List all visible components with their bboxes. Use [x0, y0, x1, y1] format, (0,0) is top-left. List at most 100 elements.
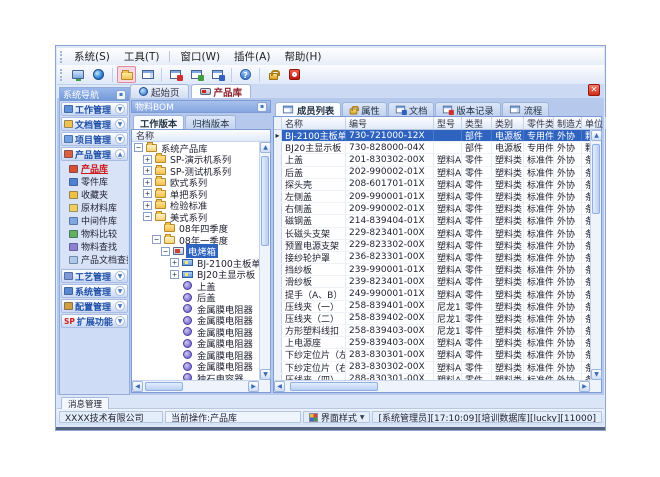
table-row[interactable]: ▸BJ-2100主板单点730-721000-12X部件电源板专用件外协颗	[274, 130, 590, 142]
chevron-down-icon[interactable]: ▼	[115, 104, 125, 114]
globe-button[interactable]	[89, 66, 108, 83]
chevron-up-icon[interactable]: ▲	[115, 149, 125, 159]
table-row[interactable]: 挡纱板239-990001-01X塑料ABS零件塑料类标准件外协条	[274, 264, 590, 276]
sidebar-section-product[interactable]: 产品管理▲	[61, 147, 128, 161]
monitor-button[interactable]	[68, 66, 87, 83]
window-next-button[interactable]	[208, 66, 227, 83]
sidebar-item-intermediate-library[interactable]: 中间件库	[61, 214, 128, 227]
sidebar-item-product-doc-search[interactable]: 产品文档查找	[61, 253, 128, 266]
chevron-down-icon[interactable]: ▼	[115, 316, 125, 326]
lock-button[interactable]	[264, 66, 283, 83]
column-header-4[interactable]: 类别	[492, 117, 524, 129]
column-header-7[interactable]: 单位	[582, 117, 606, 129]
column-header-0[interactable]: 名称	[282, 117, 346, 129]
sidebar-section-process[interactable]: 工艺管理▼	[61, 269, 128, 283]
column-header-6[interactable]: 制造方式	[554, 117, 582, 129]
power-button[interactable]	[285, 66, 304, 83]
sidebar-item-material-search[interactable]: 物料查找	[61, 240, 128, 253]
table-horizontal-scrollbar[interactable]: ◀ ▶	[274, 380, 590, 392]
column-header-3[interactable]: 类型	[462, 117, 492, 129]
menu-item-2[interactable]: 窗口(W)	[173, 48, 227, 65]
expand-icon[interactable]: +	[170, 258, 179, 267]
column-header-2[interactable]: 型号	[434, 117, 462, 129]
sidebar-item-raw-material-library[interactable]: 原材料库	[61, 201, 128, 214]
tree-vscroll-thumb[interactable]	[261, 156, 269, 246]
menu-item-0[interactable]: 系统(S)	[67, 48, 117, 65]
tab-documents[interactable]: 文档	[388, 102, 435, 116]
collapse-icon[interactable]: −	[152, 235, 161, 244]
panels-button[interactable]	[138, 66, 157, 83]
column-header-5[interactable]: 零件类型	[524, 117, 554, 129]
column-header-1[interactable]: 编号	[346, 117, 434, 129]
tab-member-list[interactable]: 成员列表	[275, 102, 341, 116]
sidebar-section-project[interactable]: 项目管理▼	[61, 132, 128, 146]
tab-bom-version-1[interactable]: 归档版本	[185, 115, 236, 129]
table-row[interactable]: 方形塑料线扣258-839403-00X尼龙1010零件塑料类标准件外协条	[274, 325, 590, 337]
table-row[interactable]: 长磁头支架229-823401-00X塑料ABS零件塑料类标准件外协条	[274, 228, 590, 240]
tree-horizontal-scrollbar[interactable]: ◀ ▶	[132, 380, 259, 392]
tab-bom-version-0[interactable]: 工作版本	[133, 115, 184, 129]
table-row[interactable]: 磁钢盖214-839404-01X塑料ABS零件塑料类标准件外协条	[274, 215, 590, 227]
expand-icon[interactable]: +	[170, 270, 179, 279]
chevron-down-icon[interactable]: ▼	[115, 271, 125, 281]
sidebar-item-part-library[interactable]: 零件库	[61, 175, 128, 188]
toolbar-grip-handle[interactable]	[60, 69, 63, 81]
sidebar-item-product-library[interactable]: 产品库	[61, 162, 128, 175]
scroll-left-icon[interactable]: ◀	[274, 381, 285, 392]
table-row[interactable]: 下纱定位片（右）283-830302-00X塑料ABS零件塑料类标准件外协条	[274, 362, 590, 374]
sidebar-section-config[interactable]: 配置管理▼	[61, 299, 128, 313]
close-tab-button[interactable]: ✕	[588, 84, 600, 96]
chevron-down-icon[interactable]: ▼	[115, 119, 125, 129]
sidebar-section-document[interactable]: 文档管理▼	[61, 117, 128, 131]
pin-icon[interactable]: ▪	[116, 90, 126, 100]
menu-item-1[interactable]: 工具(T)	[117, 48, 167, 65]
table-row[interactable]: 提手（A、B）249-990001-01X塑料ABS零件塑料类标准件外协条	[274, 288, 590, 300]
chevron-down-icon[interactable]: ▼	[115, 134, 125, 144]
table-row[interactable]: 接纱轮护罩236-823301-00X塑料ABS零件塑料类标准件外协条	[274, 252, 590, 264]
expand-icon[interactable]: +	[143, 166, 152, 175]
folder-button[interactable]	[117, 66, 136, 83]
collapse-icon[interactable]: −	[161, 247, 170, 256]
collapse-icon[interactable]: −	[134, 143, 143, 152]
scroll-up-icon[interactable]: ▲	[260, 142, 271, 153]
scroll-right-icon[interactable]: ▶	[248, 381, 259, 392]
menubar-grip-handle[interactable]	[60, 51, 63, 63]
table-row[interactable]: 后盖202-990002-01X塑料ABS零件塑料类标准件外协条	[274, 167, 590, 179]
table-row[interactable]: 探头壳208-601701-01X塑料ABS零件塑料类标准件外协条	[274, 179, 590, 191]
table-row[interactable]: 预置电源支架229-823302-00X塑料ABS零件塑料类标准件外协条	[274, 240, 590, 252]
expand-icon[interactable]: +	[143, 189, 152, 198]
scroll-left-icon[interactable]: ◀	[132, 381, 143, 392]
expand-icon[interactable]: +	[143, 155, 152, 164]
table-row[interactable]: 压线夹（一）258-839401-00X尼龙1010零件塑料类标准件外协条	[274, 301, 590, 313]
collapse-icon[interactable]: −	[143, 212, 152, 221]
tree-column-header[interactable]: 名称	[132, 130, 270, 142]
table-row[interactable]: 右侧盖209-990002-01X塑料ABS零件塑料类标准件外协条	[274, 203, 590, 215]
scroll-down-icon[interactable]: ▼	[591, 369, 602, 380]
sidebar-item-material-compare[interactable]: 物料比较	[61, 227, 128, 240]
tab-properties[interactable]: 属性	[342, 102, 387, 116]
sidebar-item-favorites[interactable]: 收藏夹	[61, 188, 128, 201]
table-vscroll-thumb[interactable]	[592, 144, 600, 214]
scroll-right-icon[interactable]: ▶	[579, 381, 590, 392]
help-button[interactable]: ?	[236, 66, 255, 83]
tab-message-management[interactable]: 消息管理	[61, 397, 109, 409]
table-row[interactable]: 下纱定位片（左）283-830301-00X塑料ABS零件塑料类标准件外协条	[274, 349, 590, 361]
sidebar-section-extension[interactable]: SP扩展功能▼	[61, 314, 128, 328]
scroll-down-icon[interactable]: ▼	[260, 369, 271, 380]
sidebar-section-work[interactable]: 工作管理▼	[61, 102, 128, 116]
window-prev-button[interactable]	[187, 66, 206, 83]
menu-item-4[interactable]: 帮助(H)	[277, 48, 328, 65]
tab-workflow[interactable]: 流程	[502, 102, 550, 116]
expand-icon[interactable]: +	[143, 178, 152, 187]
table-row[interactable]: 上盖201-830302-00X塑料ABS零件塑料类标准件外协条	[274, 154, 590, 166]
table-row[interactable]: 左侧盖209-990001-01X塑料ABS零件塑料类标准件外协条	[274, 191, 590, 203]
menu-item-3[interactable]: 插件(A)	[227, 48, 277, 65]
close-window-button[interactable]	[166, 66, 185, 83]
tab-start-page[interactable]: 起始页	[130, 84, 189, 98]
table-hscroll-thumb[interactable]	[290, 382, 378, 391]
table-row[interactable]: 上电源座259-839403-00X塑料ABS零件塑料类标准件外协条	[274, 337, 590, 349]
scroll-up-icon[interactable]: ▲	[591, 130, 602, 141]
chevron-down-icon[interactable]: ▼	[115, 286, 125, 296]
tree-node[interactable]: 独石电容器	[132, 372, 259, 380]
table-vertical-scrollbar[interactable]: ▲ ▼	[590, 130, 601, 380]
